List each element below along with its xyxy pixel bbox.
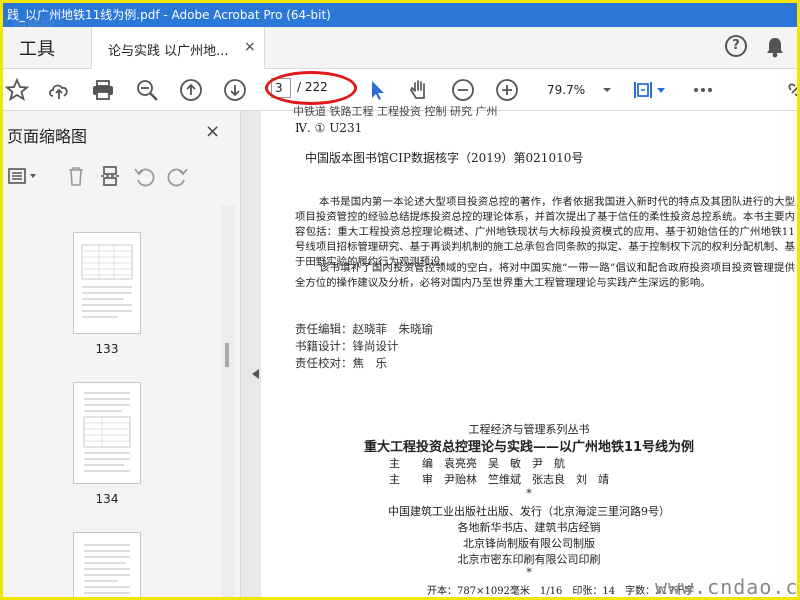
thumbnail-panel: 页面缩略图 × 133 134	[3, 111, 241, 597]
abstract-paragraph-1: 本书是国内第一本论述大型项目投资总控的著作，作者依据我国进入新时代的特点及其团队…	[295, 196, 795, 268]
thumbnail-page-number: 133	[95, 342, 119, 356]
chief-reviewer: 主 审 尹贻林 竺维斌 张志良 刘 靖	[389, 473, 609, 486]
series-name: 工程经济与管理系列丛书	[468, 423, 590, 436]
zoom-select[interactable]: 79.7%	[539, 79, 611, 101]
distributor-line: 各地新华书店、建筑书店经销	[457, 521, 601, 534]
typesetter-line: 北京锋尚制版有限公司制版	[463, 537, 595, 550]
zoom-out-icon[interactable]	[451, 78, 475, 102]
select-cursor-icon[interactable]	[365, 78, 389, 102]
zoom-in-icon[interactable]	[495, 78, 519, 102]
panel-close-icon[interactable]: ×	[205, 121, 220, 142]
rotate-right-icon[interactable]	[167, 165, 189, 187]
help-icon[interactable]: ?	[725, 35, 747, 57]
collapse-panel-arrow-icon[interactable]	[247, 369, 259, 379]
chief-editor: 主 编 袁亮亮 吴 敏 尹 航	[389, 457, 565, 470]
more-options-icon[interactable]	[691, 78, 715, 102]
publisher-line: 中国建筑工业出版社出版、发行（北京海淀三里河路9号）	[388, 505, 670, 518]
highlight-annotation-oval	[265, 71, 357, 105]
separator-star: *	[526, 487, 532, 500]
editor-credit: 责任编辑：赵晓菲 朱晓瑜	[295, 322, 433, 336]
hand-tool-icon[interactable]	[407, 78, 431, 102]
extract-pages-icon[interactable]	[99, 165, 121, 187]
watermark-site: www.cndao.com	[655, 575, 799, 599]
panel-splitter[interactable]	[241, 111, 261, 597]
chevron-down-icon[interactable]	[657, 88, 665, 94]
page-thumbnail[interactable]	[73, 532, 141, 597]
bookmark-star-icon[interactable]	[5, 78, 29, 102]
proofreader-credit: 责任校对：焦 乐	[295, 356, 387, 370]
tab-document-label: 论与实践 以广州地...	[108, 44, 229, 59]
designer-credit: 书籍设计：锋尚设计	[295, 339, 399, 353]
delete-icon[interactable]	[65, 165, 87, 187]
app-frame: 践_以广州地铁11线为例.pdf - Adobe Acrobat Pro (64…	[0, 0, 800, 600]
cip-line: 中国版本图书馆CIP数据核字（2019）第021010号	[305, 151, 584, 165]
printer-line: 北京市密东印刷有限公司印刷	[457, 553, 601, 566]
zoom-out-search-icon[interactable]	[135, 78, 159, 102]
cloud-upload-icon[interactable]	[47, 78, 71, 102]
page-thumbnail[interactable]	[73, 382, 141, 484]
options-menu-icon[interactable]	[7, 166, 39, 186]
page-thumbnail[interactable]	[73, 232, 141, 334]
link-icon[interactable]	[783, 78, 800, 102]
panel-title: 页面缩略图	[7, 127, 88, 146]
previous-page-icon[interactable]	[179, 78, 203, 102]
classification-number: Ⅳ. ① U231	[295, 121, 363, 135]
window-title: 践_以广州地铁11线为例.pdf - Adobe Acrobat Pro (64…	[7, 8, 331, 22]
bell-icon[interactable]	[765, 36, 785, 58]
rotate-left-icon[interactable]	[133, 165, 155, 187]
panel-scrollbar-thumb[interactable]	[225, 343, 229, 367]
tab-close-icon[interactable]: ×	[244, 39, 256, 55]
abstract-paragraph-2: 该书填补了国内投资管控领域的空白，将对中国实施“一带一路”倡议和配合政府投资项目…	[295, 262, 795, 289]
print-icon[interactable]	[91, 78, 115, 102]
panel-toolbar	[3, 161, 241, 191]
page-fit-icon[interactable]	[631, 78, 655, 102]
book-title: 重大工程投资总控理论与实践——以广州地铁11号线为例	[363, 440, 695, 455]
next-page-icon[interactable]	[223, 78, 247, 102]
tab-tools[interactable]: 工具	[19, 35, 55, 61]
thumbnail-page-number: 134	[95, 492, 119, 506]
title-bar: 践_以广州地铁11线为例.pdf - Adobe Acrobat Pro (64…	[3, 3, 797, 27]
panel-scrollbar[interactable]	[221, 206, 235, 597]
tab-document[interactable]: 论与实践 以广州地... ×	[91, 27, 265, 69]
tab-bar: 工具 论与实践 以广州地... ×	[3, 27, 797, 69]
cut-off-text-line: 中铁道 铁路工程 工程投资 控制 研究 广州	[293, 105, 498, 118]
